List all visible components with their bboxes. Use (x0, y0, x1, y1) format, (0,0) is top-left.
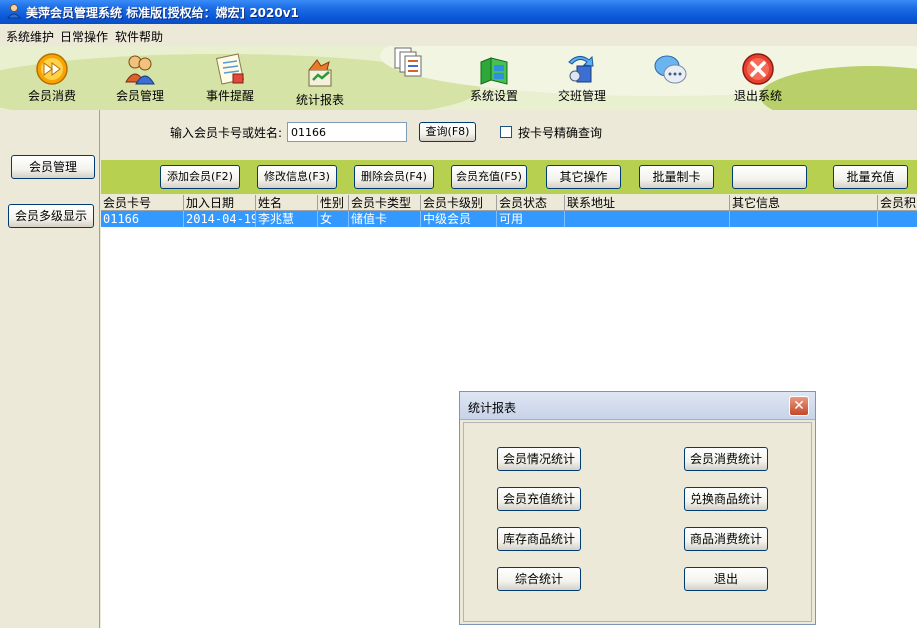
exchange-icon (568, 55, 594, 83)
notepad-icon (215, 53, 245, 85)
goods-consumption-stats-button[interactable]: 商品消费统计 (684, 527, 768, 551)
sidebar-member-multilevel-button[interactable]: 会员多级显示 (8, 204, 94, 228)
toolbar-exit-system-button[interactable]: 退出系统 (722, 46, 794, 110)
play-forward-icon (36, 53, 68, 85)
table-cell: 可用 (497, 211, 565, 227)
table-cell: 储值卡 (349, 211, 421, 227)
table-cell: 01166 (101, 211, 184, 227)
table-cell (878, 211, 917, 227)
exchange-goods-stats-button[interactable]: 兑换商品统计 (684, 487, 768, 511)
other-operations-button[interactable]: 其它操作 (546, 165, 621, 189)
member-search-input[interactable] (287, 122, 407, 142)
toolbar-event-reminder-button[interactable]: 事件提醒 (192, 46, 268, 110)
menu-daily-operations[interactable]: 日常操作 (60, 28, 108, 45)
column-header[interactable]: 会员状态 (497, 195, 565, 211)
column-header[interactable]: 加入日期 (184, 195, 256, 211)
search-label: 输入会员卡号或姓名: (170, 126, 283, 140)
member-consumption-stats-button[interactable]: 会员消费统计 (684, 447, 768, 471)
blank-action-button[interactable] (732, 165, 807, 189)
toolbar-label: 事件提醒 (205, 89, 254, 103)
column-header[interactable]: 其它信息 (730, 195, 878, 211)
table-cell (565, 211, 730, 227)
toolbar-system-settings-button[interactable]: 系统设置 (458, 46, 530, 110)
column-header[interactable]: 会员卡类型 (349, 195, 421, 211)
dialog-exit-button[interactable]: 退出 (684, 567, 768, 591)
column-header[interactable]: 性别 (318, 195, 349, 211)
toolbar-statistics-report-button[interactable]: 统计报表 (284, 50, 356, 110)
exact-card-checkbox-label: 按卡号精确查询 (518, 126, 603, 140)
window-title: 美萍会员管理系统 标准版[授权给：嫦宏] 2020v1 (26, 6, 299, 20)
column-header[interactable]: 会员积 (878, 195, 917, 211)
sidebar-member-management-button[interactable]: 会员管理 (11, 155, 95, 179)
left-panel: 会员管理 会员多级显示 (0, 110, 100, 628)
toolbar-label: 会员消费 (27, 89, 76, 103)
toolbar-label: 交班管理 (557, 89, 606, 103)
dialog-title: 统计报表 (468, 401, 517, 415)
close-icon[interactable]: ✕ (789, 396, 809, 416)
dialog-body: 会员情况统计 会员消费统计 会员充值统计 兑换商品统计 库存商品统计 商品消费统… (463, 422, 812, 622)
chart-arrow-icon (308, 59, 332, 87)
column-header[interactable]: 会员卡号 (101, 195, 184, 211)
action-bar: 添加会员(F2) 修改信息(F3) 删除会员(F4) 会员充值(F5) 其它操作… (101, 160, 917, 194)
users-icon (125, 55, 155, 85)
member-status-stats-button[interactable]: 会员情况统计 (497, 447, 581, 471)
column-header[interactable]: 联系地址 (565, 195, 730, 211)
statistics-report-dialog: 统计报表 ✕ 会员情况统计 会员消费统计 会员充值统计 兑换商品统计 库存商品统… (459, 391, 816, 625)
toolbar-chat-button[interactable] (634, 46, 706, 110)
column-header[interactable]: 会员卡级别 (421, 195, 497, 211)
green-blocks-icon (480, 57, 508, 85)
close-circle-icon (742, 53, 774, 85)
menu-system-maintenance[interactable]: 系统维护 (6, 28, 54, 45)
inventory-goods-stats-button[interactable]: 库存商品统计 (497, 527, 581, 551)
table-cell (730, 211, 878, 227)
chat-bubbles-icon (654, 55, 687, 84)
toolbar-label: 会员管理 (115, 89, 164, 103)
add-member-button[interactable]: 添加会员(F2) (160, 165, 240, 189)
table-row[interactable]: 01166 2014-04-19 李兆慧 女 储值卡 中级会员 可用 (101, 211, 917, 227)
column-header[interactable]: 姓名 (256, 195, 318, 211)
toolbar-label: 系统设置 (469, 89, 518, 103)
toolbar-documents-button[interactable] (372, 46, 444, 102)
dialog-title-bar[interactable]: 统计报表 ✕ (460, 392, 815, 420)
table-cell: 2014-04-19 (186, 211, 256, 227)
toolbar-shift-management-button[interactable]: 交班管理 (546, 46, 618, 110)
toolbar-member-consumption-button[interactable]: 会员消费 (16, 46, 88, 110)
table-cell: 女 (318, 211, 349, 227)
menu-software-help[interactable]: 软件帮助 (115, 28, 163, 45)
toolbar-label: 退出系统 (733, 89, 782, 103)
table-cell: 李兆慧 (256, 211, 318, 227)
delete-member-button[interactable]: 删除会员(F4) (354, 165, 434, 189)
toolbar-member-management-button[interactable]: 会员管理 (104, 46, 176, 110)
title-bar: 美萍会员管理系统 标准版[授权给：嫦宏] 2020v1 (0, 0, 917, 24)
member-recharge-stats-button[interactable]: 会员充值统计 (497, 487, 581, 511)
documents-stack-icon (394, 47, 422, 77)
menu-bar: 系统维护 日常操作 软件帮助 (0, 24, 917, 46)
member-recharge-button[interactable]: 会员充值(F5) (451, 165, 527, 189)
comprehensive-stats-button[interactable]: 综合统计 (497, 567, 581, 591)
main-toolbar: 会员消费 会员管理 事件提醒 统计报表 系统设置 交班管理 退出系统 (0, 46, 917, 110)
table-cell: 中级会员 (421, 211, 497, 227)
batch-make-card-button[interactable]: 批量制卡 (639, 165, 714, 189)
app-user-icon (7, 4, 21, 19)
table-header: 会员卡号 加入日期 姓名 性别 会员卡类型 会员卡级别 会员状态 联系地址 其它… (101, 195, 917, 211)
batch-recharge-button[interactable]: 批量充值 (833, 165, 908, 189)
query-button[interactable]: 查询(F8) (419, 122, 476, 142)
exact-card-checkbox[interactable] (500, 126, 512, 138)
edit-info-button[interactable]: 修改信息(F3) (257, 165, 337, 189)
toolbar-label: 统计报表 (295, 93, 344, 107)
